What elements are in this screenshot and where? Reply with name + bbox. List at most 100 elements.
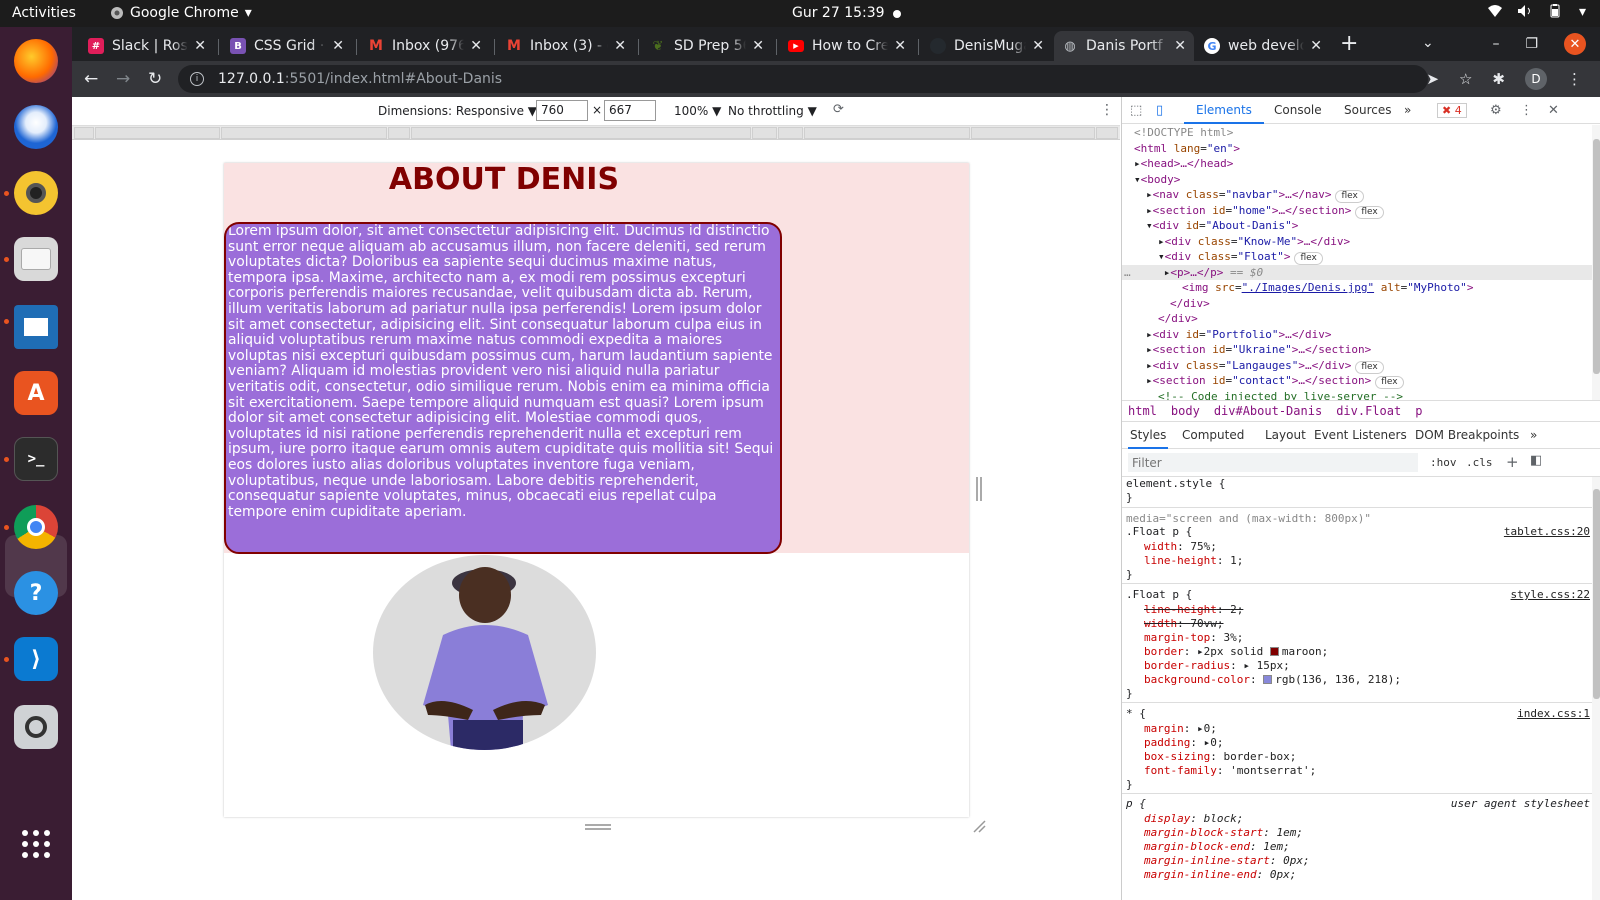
close-tab-icon[interactable]: ✕	[752, 38, 764, 54]
css-declaration[interactable]: margin: ▸0;	[1144, 722, 1217, 736]
expand-arrow-icon[interactable]: ▸	[1158, 235, 1165, 248]
back-icon[interactable]: ←	[84, 69, 98, 89]
address-bar[interactable]: i 127.0.0.1:5501/index.html#About-Danis	[178, 65, 1428, 93]
tab-dom-breakpoints[interactable]: DOM Breakpoints	[1415, 428, 1519, 442]
tab-sources[interactable]: Sources	[1344, 103, 1391, 117]
close-tab-icon[interactable]: ✕	[1174, 38, 1186, 54]
more-options-icon[interactable]: ⋮	[1100, 102, 1114, 118]
breadcrumb-item[interactable]: div#About-Danis	[1214, 404, 1322, 418]
new-rule-button[interactable]: +	[1506, 453, 1519, 471]
dom-node[interactable]: <img src="./Images/Denis.jpg" alt="MyPho…	[1182, 280, 1473, 295]
tab[interactable]: ❦ SD Prep 56· ✕	[642, 31, 772, 61]
rule-selector[interactable]: p {	[1126, 797, 1146, 811]
css-declaration[interactable]: font-family: 'montserrat';	[1144, 764, 1316, 778]
zoom-select[interactable]: 100% ▼	[674, 104, 721, 118]
css-declaration[interactable]: border-radius: ▸ 15px;	[1144, 659, 1290, 673]
height-resize-handle[interactable]	[585, 824, 611, 830]
rotate-icon[interactable]: ⟳	[833, 102, 844, 117]
breadcrumb-item[interactable]: p	[1415, 404, 1422, 418]
power-menu-icon[interactable]: ▾	[1579, 4, 1586, 22]
expand-arrow-icon[interactable]: ▸	[1134, 157, 1141, 170]
tab-console[interactable]: Console	[1274, 103, 1322, 117]
maximize-icon[interactable]: ❐	[1525, 36, 1538, 52]
libreoffice-impress-icon[interactable]	[14, 305, 58, 349]
app-menu[interactable]: Google Chrome ▾	[110, 5, 252, 21]
error-count-badge[interactable]: ✖ 4	[1437, 103, 1467, 118]
tab-active[interactable]: ◍ Danis Portf ✕	[1054, 31, 1194, 61]
inspect-element-icon[interactable]: ⬚	[1130, 103, 1142, 118]
tab-computed[interactable]: Computed	[1182, 428, 1244, 442]
software-center-icon[interactable]: A	[14, 371, 58, 415]
media-query-segment[interactable]	[221, 127, 387, 139]
selected-dom-node[interactable]: … ▸<p>…</p> == $0	[1124, 265, 1263, 280]
css-declaration[interactable]: box-sizing: border-box;	[1144, 750, 1296, 764]
show-apps-icon[interactable]	[14, 822, 58, 866]
close-tab-icon[interactable]: ✕	[894, 38, 906, 54]
tab[interactable]: M Inbox (976) ✕	[360, 31, 490, 61]
rule-selector[interactable]: .Float p {	[1126, 525, 1192, 539]
device-toggle-icon[interactable]: ▯	[1156, 103, 1163, 118]
close-tab-icon[interactable]: ✕	[1310, 38, 1322, 54]
tab[interactable]: DenisMuga ✕	[922, 31, 1052, 61]
expand-arrow-icon[interactable]: ▸	[1146, 188, 1153, 201]
css-declaration[interactable]: padding: ▸0;	[1144, 736, 1223, 750]
dom-node[interactable]: ▸<head>…</head>	[1134, 156, 1233, 171]
expand-arrow-icon[interactable]: ▸	[1243, 659, 1250, 672]
image-viewer-icon[interactable]	[14, 705, 58, 749]
width-input[interactable]: 760	[536, 100, 588, 121]
source-link[interactable]: tablet.css:20	[1504, 525, 1590, 539]
media-query-segment[interactable]	[74, 127, 94, 139]
dom-node[interactable]: ▸<div id="Portfolio">…</div>	[1146, 327, 1331, 342]
dom-comment[interactable]: <!-- Code injected by live-server -->	[1158, 389, 1403, 400]
help-icon[interactable]: ?	[14, 571, 58, 615]
css-declaration[interactable]: background-color: rgb(136, 136, 218);	[1144, 673, 1401, 687]
reload-icon[interactable]: ↻	[148, 69, 162, 89]
battery-icon[interactable]	[1547, 4, 1565, 22]
dom-node[interactable]: </div>	[1170, 296, 1210, 311]
tab-styles[interactable]: Styles	[1130, 428, 1166, 442]
tab-layout[interactable]: Layout	[1265, 428, 1306, 442]
terminal-icon[interactable]: >_	[14, 437, 58, 481]
flex-badge[interactable]: flex	[1335, 190, 1364, 203]
volume-icon[interactable]	[1517, 4, 1533, 22]
close-tab-icon[interactable]: ✕	[332, 38, 344, 54]
color-swatch[interactable]	[1263, 675, 1273, 684]
styles-scrollbar-thumb[interactable]	[1593, 489, 1600, 699]
close-window-icon[interactable]: ✕	[1564, 33, 1586, 55]
css-declaration[interactable]: margin-top: 3%;	[1144, 631, 1243, 645]
dom-node[interactable]: ▸<div class="Know-Me">…</div>	[1158, 234, 1350, 249]
tab[interactable]: B CSS Grid · B ✕	[222, 31, 352, 61]
media-query-segment[interactable]	[411, 127, 751, 139]
clock[interactable]: Gur 27 15:39	[792, 5, 885, 21]
send-tab-icon[interactable]: ➤	[1426, 70, 1439, 88]
rule-selector[interactable]: element.style {	[1126, 477, 1225, 491]
rule-selector[interactable]: .Float p {	[1126, 588, 1192, 602]
minimize-icon[interactable]: –	[1492, 36, 1499, 52]
dom-node[interactable]: ▾<div id="About-Danis">	[1146, 218, 1298, 233]
rhythmbox-icon[interactable]	[14, 171, 58, 215]
settings-gear-icon[interactable]: ⚙	[1490, 103, 1502, 118]
system-tray[interactable]: ▾	[1487, 4, 1586, 22]
media-query-segment[interactable]	[95, 127, 220, 139]
more-tabs-button[interactable]: »	[1530, 428, 1537, 442]
close-tab-icon[interactable]: ✕	[470, 38, 482, 54]
height-input[interactable]: 667	[604, 100, 656, 121]
tab[interactable]: ▶ How to Cre ✕	[780, 31, 914, 61]
thunderbird-icon[interactable]	[14, 105, 58, 149]
chrome-menu-icon[interactable]: ⋮	[1567, 70, 1582, 88]
color-swatch[interactable]	[1269, 647, 1279, 656]
dom-node[interactable]: <html lang="en">	[1134, 141, 1240, 156]
toggle-sidebar-icon[interactable]: ◧	[1530, 453, 1542, 468]
css-declaration[interactable]: line-height: 1;	[1144, 554, 1243, 568]
tab[interactable]: # Slack | Rose ✕	[80, 31, 214, 61]
breadcrumb-item[interactable]: html	[1128, 404, 1157, 418]
tab-event-listeners[interactable]: Event Listeners	[1314, 428, 1407, 442]
profile-avatar[interactable]: D	[1525, 68, 1547, 90]
close-devtools-icon[interactable]: ✕	[1548, 103, 1559, 118]
dom-node[interactable]: ▸<section id="home">…</section> flex	[1146, 203, 1384, 219]
expand-arrow-icon[interactable]: ▸	[1197, 645, 1204, 658]
site-info-icon[interactable]: i	[190, 72, 204, 86]
media-query-segment[interactable]	[804, 127, 970, 139]
expand-arrow-icon[interactable]: ▸	[1146, 374, 1153, 387]
rule-selector[interactable]: * {	[1126, 707, 1146, 721]
